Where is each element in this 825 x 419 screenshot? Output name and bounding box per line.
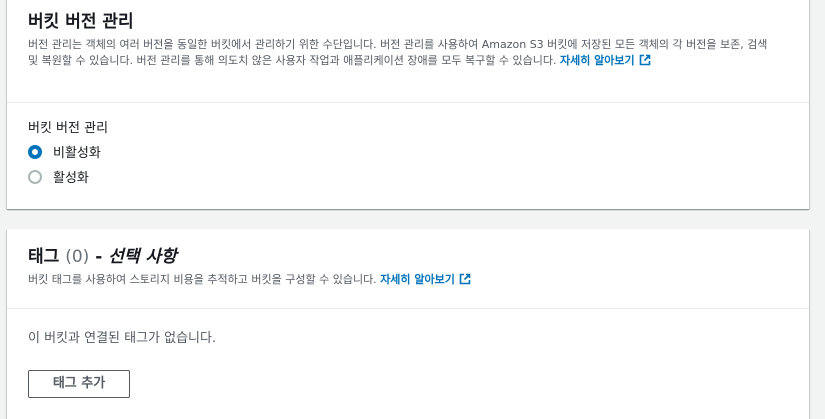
tags-panel: 태그 (0) - 선택 사항 버킷 태그를 사용하여 스토리지 비용을 추적하고… [7,229,809,419]
radio-button-enable[interactable] [28,169,42,184]
bucket-versioning-body: 버킷 버전 관리 비활성화 활성화 [7,120,809,189]
bucket-versioning-header: 버킷 버전 관리 버전 관리는 객체의 여러 버전을 동일한 버킷에서 관리하기… [7,0,809,103]
external-link-icon [459,273,471,285]
versioning-learn-more-link[interactable]: 자세히 알아보기 [560,54,651,67]
tags-learn-more-label: 자세히 알아보기 [380,273,455,286]
radio-option-enable[interactable]: 활성화 [28,164,788,189]
external-link-icon [639,54,650,66]
tags-description: 버킷 태그를 사용하여 스토리지 비용을 추적하고 버킷을 구성할 수 있습니다… [28,272,788,288]
tags-optional-label: 선택 사항 [108,247,177,267]
bucket-versioning-panel: 버킷 버전 관리 버전 관리는 객체의 여러 버전을 동일한 버킷에서 관리하기… [7,0,809,209]
tags-learn-more-link[interactable]: 자세히 알아보기 [380,273,471,286]
versioning-learn-more-label: 자세히 알아보기 [559,54,635,67]
tags-title: 태그 (0) - 선택 사항 [28,245,788,269]
bucket-versioning-description: 버전 관리는 객체의 여러 버전을 동일한 버킷에서 관리하기 위한 수단입니다… [28,37,788,69]
radio-option-disable[interactable]: 비활성화 [28,139,788,164]
bucket-versioning-title: 버킷 버전 관리 [28,12,134,32]
tags-empty-message: 이 버킷과 연결된 태그가 없습니다. [28,331,217,346]
tags-header: 태그 (0) - 선택 사항 버킷 태그를 사용하여 스토리지 비용을 추적하고… [7,229,809,309]
tags-title-separator: - [89,247,109,267]
tags-title-text: 태그 [28,247,60,267]
radio-option-disable-label: 비활성화 [53,146,101,161]
add-tag-button[interactable]: 태그 추가 [28,370,130,398]
tags-count: (0) [65,247,90,267]
radio-button-disable[interactable] [28,144,42,159]
bucket-versioning-description-text: 버전 관리는 객체의 여러 버전을 동일한 버킷에서 관리하기 위한 수단입니다… [28,38,768,67]
tags-body: 이 버킷과 연결된 태그가 없습니다. 태그 추가 [7,330,809,398]
bucket-versioning-field-label: 버킷 버전 관리 [28,121,109,136]
radio-option-enable-label: 활성화 [53,171,89,186]
tags-description-text: 버킷 태그를 사용하여 스토리지 비용을 추적하고 버킷을 구성할 수 있습니다… [28,273,377,286]
